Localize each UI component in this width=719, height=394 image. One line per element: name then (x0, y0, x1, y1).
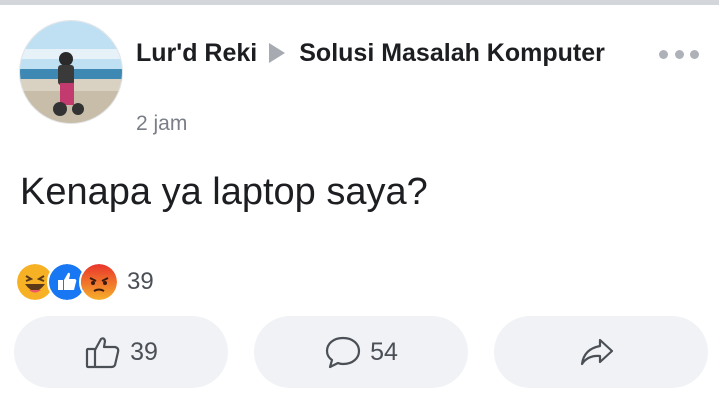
more-dot (659, 49, 668, 59)
like-count: 39 (130, 337, 158, 366)
speech-bubble-icon (324, 334, 362, 370)
post-timestamp[interactable]: 2 jam (136, 112, 187, 136)
comment-count: 54 (370, 337, 398, 366)
share-button[interactable] (494, 316, 708, 388)
author-avatar[interactable] (19, 20, 123, 124)
like-button[interactable]: 39 (14, 316, 228, 388)
group-name-link[interactable]: Solusi Masalah Komputer (299, 39, 605, 67)
post-text: Kenapa ya laptop saya? (20, 171, 428, 213)
angry-reaction-icon (79, 262, 119, 302)
shared-to-arrow-icon (269, 43, 286, 63)
post-header: Lur'd Reki Solusi Masalah Komputer (136, 34, 606, 72)
thumbs-up-outline-icon (84, 334, 122, 370)
post-actions-bar: 39 54 (14, 316, 708, 388)
comment-button[interactable]: 54 (254, 316, 468, 388)
more-dot (674, 49, 684, 59)
more-dot (690, 49, 699, 59)
more-options-button[interactable] (659, 44, 699, 64)
share-arrow-icon (578, 334, 616, 370)
reaction-count: 39 (127, 268, 154, 295)
author-name-link[interactable]: Lur'd Reki (136, 39, 257, 67)
reactions-summary[interactable]: 39 (15, 262, 154, 302)
top-divider (0, 0, 719, 5)
